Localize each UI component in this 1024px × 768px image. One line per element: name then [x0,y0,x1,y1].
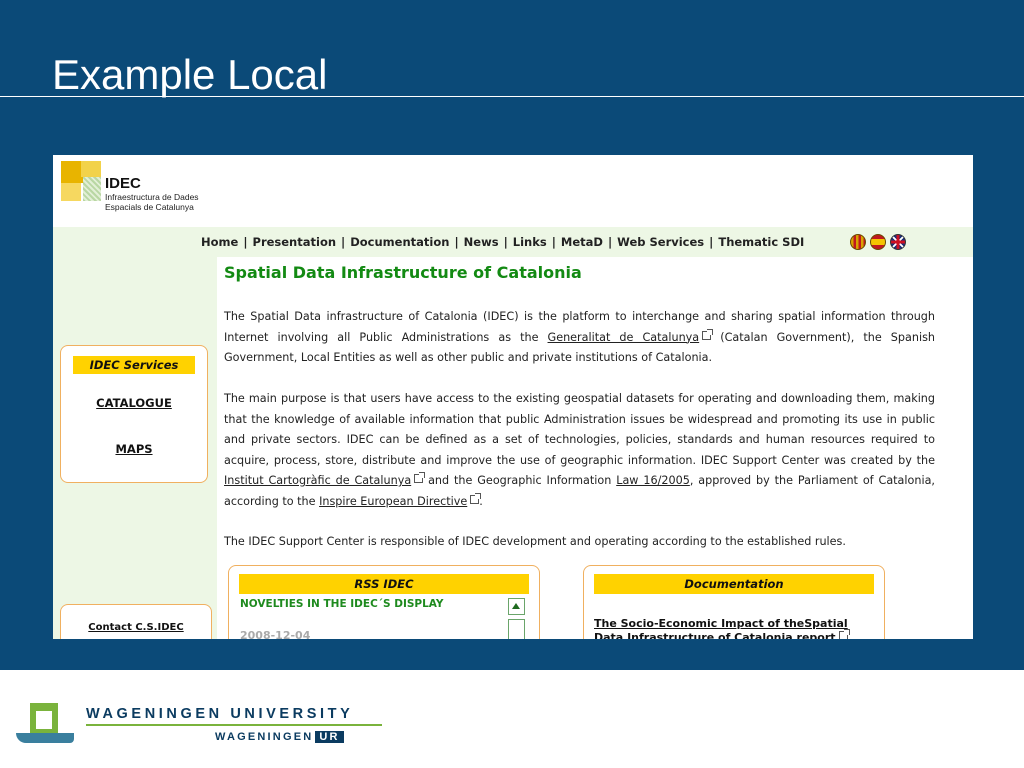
nav-presentation[interactable]: Presentation [253,235,337,249]
site-nav: Home | Presentation | Documentation | News | Lin… [201,235,805,249]
external-link-icon [414,472,426,483]
nav-web-services[interactable]: Web Services [617,235,704,249]
icc-link[interactable]: Institut Cartogràfic de Catalunya [224,474,411,487]
catalan-flag-icon[interactable] [850,233,866,250]
contact-link[interactable]: Contact C.S.IDEC [61,622,211,633]
rss-heading: NOVELTIES IN THE IDEC´S DISPLAY [240,598,444,610]
contact-box: Contact C.S.IDEC [60,604,212,639]
left-sidebar: IDEC Services CATALOGUE MAPS Contact C.S… [53,257,217,639]
nav-news[interactable]: News [464,235,499,249]
purpose-paragraph: The main purpose is that users have acce… [224,392,935,508]
documentation-title: Documentation [594,574,874,594]
university-subtitle: WAGENINGEN UR [215,731,344,743]
wageningen-logo-icon [16,703,76,753]
nav-thematic-sdi[interactable]: Thematic SDI [718,235,804,249]
intro-paragraph: The Spatial Data infrastructure of Catal… [224,310,935,364]
title-divider [0,96,1024,97]
services-box: IDEC Services CATALOGUE MAPS [60,345,208,483]
external-link-icon [470,492,482,504]
scroll-up-icon[interactable] [508,598,525,615]
uk-flag-icon[interactable] [890,233,906,250]
external-link-icon [702,328,714,340]
maps-link[interactable]: MAPS [61,442,207,456]
documentation-panel: Documentation The Socio-Economic Impact … [583,565,885,639]
rss-title: RSS IDEC [239,574,529,594]
generalitat-link[interactable]: Generalitat de Catalunya [548,331,700,344]
report-link[interactable]: The Socio-Economic Impact of theSpatial … [594,617,879,639]
logo-name: IDEC [105,175,141,192]
scrollbar[interactable] [508,619,525,639]
spain-flag-icon[interactable] [870,233,886,250]
external-link-icon [838,629,850,639]
idec-logo-icon [61,161,101,201]
slide-title: Example Local [52,51,328,98]
university-name: WAGENINGEN UNIVERSITY [86,706,354,722]
site-nav-bar: Home | Presentation | Documentation | News | Lin… [53,227,973,257]
support-paragraph: The IDEC Support Center is responsible o… [224,535,846,548]
rss-panel: RSS IDEC NOVELTIES IN THE IDEC´S DISPLAY… [228,565,540,639]
nav-documentation[interactable]: Documentation [350,235,449,249]
catalogue-link[interactable]: CATALOGUE [61,396,207,410]
rss-date: 2008-12-04 [240,629,311,639]
footer-divider [86,724,382,726]
nav-metad[interactable]: MetaD [561,235,603,249]
site-header: IDEC Infraestructura de Dades Espacials … [53,155,973,227]
nav-home[interactable]: Home [201,235,238,249]
law-link[interactable]: Law 16/2005 [616,474,690,487]
language-selector [850,233,910,251]
inspire-link[interactable]: Inspire European Directive [319,495,467,508]
services-title: IDEC Services [73,356,195,374]
page-heading: Spatial Data Infrastructure of Catalonia [224,263,582,282]
nav-links[interactable]: Links [513,235,547,249]
embedded-website-screenshot: IDEC Infraestructura de Dades Espacials … [53,155,973,639]
logo-subtitle: Infraestructura de Dades Espacials de Ca… [105,192,199,212]
